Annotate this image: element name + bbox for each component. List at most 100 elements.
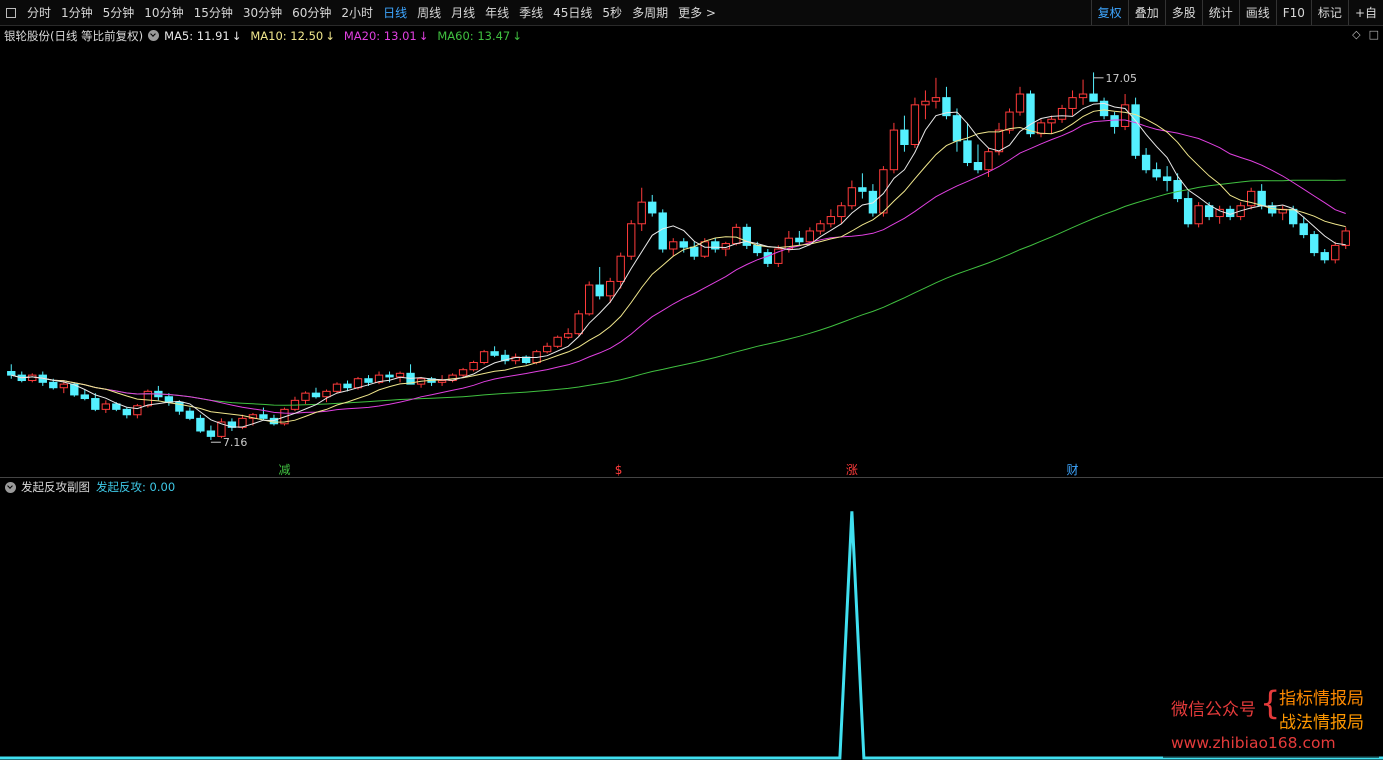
candle xyxy=(1162,166,1172,192)
candle-body-down xyxy=(900,129,909,145)
period-tab-15[interactable]: 多周期 xyxy=(627,0,673,25)
period-tab-6[interactable]: 60分钟 xyxy=(287,0,336,25)
candlestick-chart[interactable]: 17.05 7.16 减 $ 涨 财 xyxy=(0,44,1383,476)
candle xyxy=(742,223,751,249)
chevron-down-icon[interactable] xyxy=(5,481,16,493)
ma-label-3: MA60: 13.47 ↓ xyxy=(437,28,522,43)
period-tab-9[interactable]: 周线 xyxy=(412,0,446,25)
tool-button-5[interactable]: F10 xyxy=(1275,0,1311,25)
candle xyxy=(511,353,520,365)
period-tab-7[interactable]: 2小时 xyxy=(336,0,378,25)
ma-label-1: MA10: 12.50 ↓ xyxy=(250,28,335,43)
candle-body-down xyxy=(206,430,216,437)
candle-body-down xyxy=(1089,93,1098,102)
period-tab-3[interactable]: 10分钟 xyxy=(139,0,188,25)
candle xyxy=(1310,230,1319,257)
candle xyxy=(763,248,772,268)
candle-body-down xyxy=(112,403,121,410)
candle-body-down xyxy=(711,241,720,250)
candle-body-down xyxy=(658,212,667,250)
window-icon[interactable]: □ xyxy=(1369,28,1379,41)
panel-toggle-icon[interactable] xyxy=(6,7,16,18)
period-tab-13[interactable]: 45日线 xyxy=(548,0,597,25)
candle-body-up xyxy=(1068,97,1077,109)
candle xyxy=(931,77,941,109)
period-tab-5[interactable]: 30分钟 xyxy=(238,0,287,25)
candle-body-up xyxy=(133,405,142,416)
candle-body-up xyxy=(910,104,920,145)
candle-body-up xyxy=(353,378,363,389)
tool-button-3[interactable]: 统计 xyxy=(1201,0,1239,25)
tool-button-7[interactable]: +自 xyxy=(1347,0,1383,25)
period-tabs: 分时 1分钟 5分钟 10分钟 15分钟 30分钟 60分钟 2小时 日线 周线 月线 年线 季线 45日… xyxy=(22,0,721,25)
candle-body-up xyxy=(921,100,930,106)
candle xyxy=(1215,205,1224,224)
candle-body-up xyxy=(816,223,825,232)
candle-body-down xyxy=(1173,180,1182,200)
right-tools: 复权 叠加 多股 统计 画线 F10 标记 +自 xyxy=(1090,0,1383,25)
candle xyxy=(448,373,457,383)
tool-button-1[interactable]: 叠加 xyxy=(1127,0,1165,25)
candle xyxy=(301,391,310,404)
candle xyxy=(921,90,930,120)
period-tab-8[interactable]: 日线 xyxy=(378,0,412,25)
candle-body-up xyxy=(28,374,37,382)
candle xyxy=(521,355,531,365)
candle-body-up xyxy=(889,129,899,171)
candle xyxy=(259,407,268,421)
period-tab-10[interactable]: 月线 xyxy=(446,0,480,25)
period-tab-14[interactable]: 5秒 xyxy=(597,0,627,25)
candle xyxy=(669,238,678,257)
candle-body-down xyxy=(343,383,352,389)
candle-body-up xyxy=(437,380,447,383)
candle-body-down xyxy=(91,398,100,410)
candle-body-up xyxy=(301,392,310,401)
candle-body-up xyxy=(931,97,941,102)
arrow-down-icon: ↓ xyxy=(512,28,522,43)
candle xyxy=(637,187,646,231)
event-marker-3: 财 xyxy=(1067,463,1079,476)
arrow-down-icon: ↓ xyxy=(418,28,429,43)
candle xyxy=(679,238,688,253)
period-tab-12[interactable]: 季线 xyxy=(514,0,548,25)
period-tab-4[interactable]: 15分钟 xyxy=(189,0,238,25)
candle xyxy=(185,407,195,421)
period-tab-16[interactable]: 更多 > xyxy=(673,0,721,25)
period-tab-0[interactable]: 分时 xyxy=(22,0,56,25)
period-tab-1[interactable]: 1分钟 xyxy=(56,0,98,25)
candle-body-up xyxy=(469,362,478,371)
candle-body-up xyxy=(563,333,573,338)
candle-body-up xyxy=(1331,244,1340,261)
candle-body-up xyxy=(732,226,741,245)
candle-body-up xyxy=(553,336,562,347)
candle xyxy=(816,220,825,235)
candle-body-down xyxy=(753,244,762,254)
period-tab-2[interactable]: 5分钟 xyxy=(98,0,140,25)
tool-button-4[interactable]: 画线 xyxy=(1238,0,1276,25)
watermark-wechat: 微信公众号 xyxy=(1171,700,1256,720)
candle xyxy=(585,281,594,316)
candle-body-up xyxy=(805,230,815,243)
candle xyxy=(490,346,499,358)
candle-body-up xyxy=(606,280,615,297)
candle xyxy=(711,238,720,253)
candle-body-up xyxy=(458,369,468,376)
period-tab-11[interactable]: 年线 xyxy=(480,0,514,25)
candle-body-up xyxy=(101,403,111,410)
candle-body-down xyxy=(185,410,195,419)
tool-button-2[interactable]: 多股 xyxy=(1164,0,1202,25)
candle-body-down xyxy=(1152,169,1161,178)
candle-body-down xyxy=(122,408,132,416)
candle-body-up xyxy=(479,351,489,364)
candle-body-up xyxy=(700,241,709,257)
panel-divider[interactable] xyxy=(0,477,1383,478)
candle xyxy=(290,396,300,412)
chevron-down-icon[interactable] xyxy=(148,30,160,41)
tool-button-0[interactable]: 复权 xyxy=(1090,0,1128,25)
candle-body-up xyxy=(542,345,552,353)
candle-body-down xyxy=(595,284,604,297)
arrow-down-icon: ↓ xyxy=(325,28,335,43)
candle xyxy=(553,335,562,349)
tool-button-6[interactable]: 标记 xyxy=(1310,0,1348,25)
diamond-icon[interactable]: ◇ xyxy=(1352,28,1360,41)
